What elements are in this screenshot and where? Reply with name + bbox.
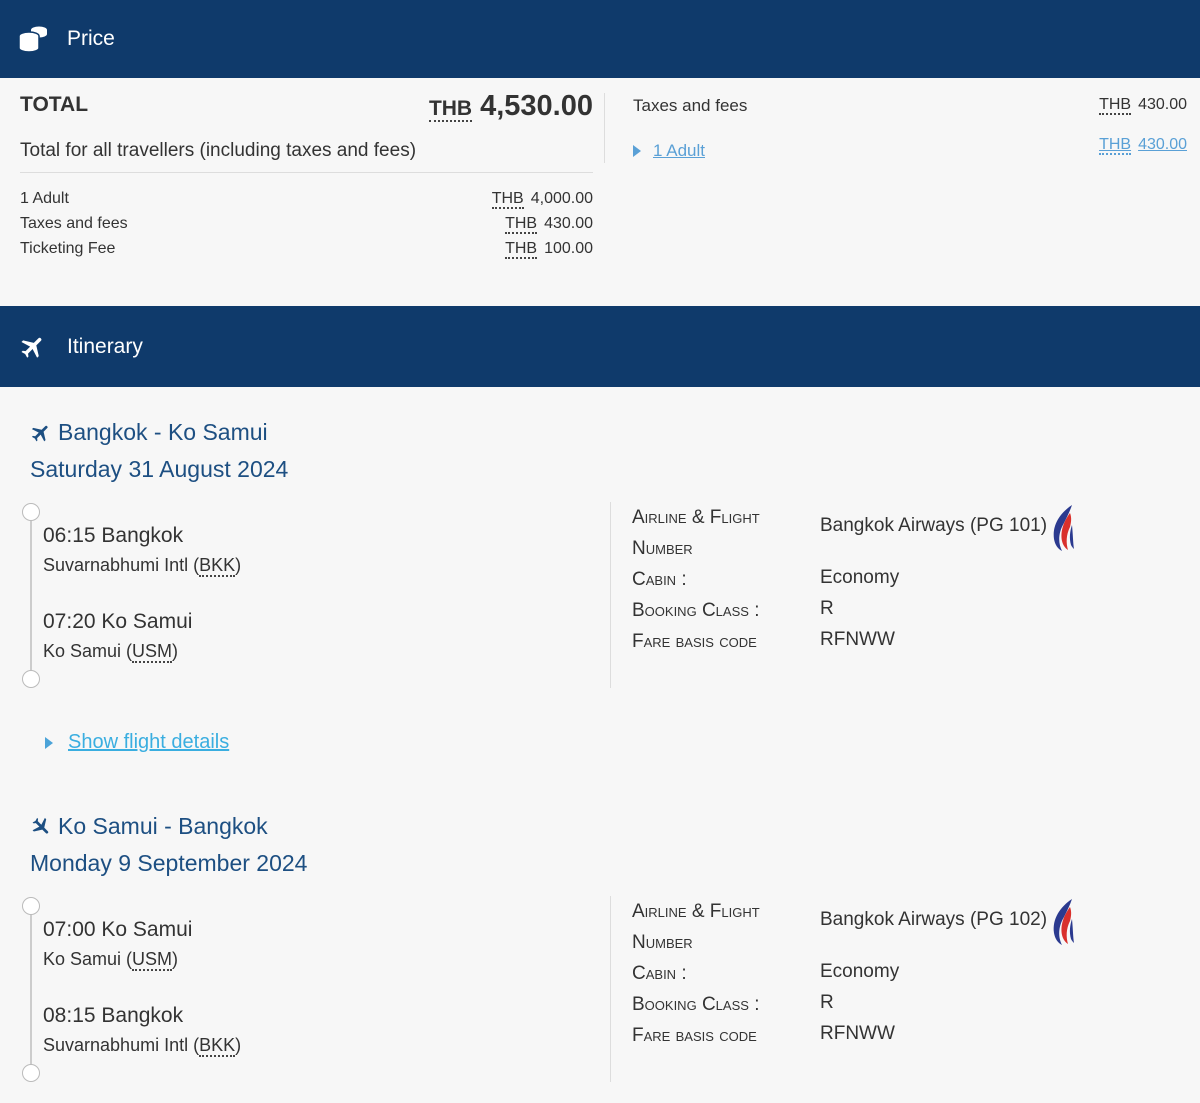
cabin-value: Economy [820,567,900,588]
show-flight-details-link[interactable]: Show flight details [45,731,229,754]
timeline-dot [22,503,40,521]
label-line: Number [632,538,693,559]
vertical-divider [610,502,611,688]
itinerary-header: Itinerary [0,306,1200,387]
airline-flight-label: Airline & Flight Number [632,896,760,958]
arrival-time: 07:20 Ko Samui [43,610,193,633]
breakdown-amount: 430.00 [544,215,593,232]
booking-class-value: R [820,598,834,619]
vertical-divider [604,93,605,163]
airport-name: Suvarnabhumi Intl [43,1035,189,1055]
cabin-label: Cabin : [632,963,687,984]
total-amount: THB 4,530.00 [428,90,593,123]
arrival-time: 08:15 Bangkok [43,1004,184,1027]
breakdown-label: 1 Adult [20,190,69,207]
booking-class-value: R [820,992,834,1013]
segment-date: Saturday 31 August 2024 [30,456,289,482]
itinerary-title: Itinerary [67,334,143,358]
breakdown-row: 1 Adult THB 4,000.00 [20,190,593,209]
airport-code: BKK [199,1035,236,1057]
fare-basis-value: RFNWW [820,1023,895,1044]
timeline-dot [22,670,40,688]
airport-name: Ko Samui [43,949,122,969]
price-title: Price [67,27,115,50]
departure-time: 06:15 Bangkok [43,524,184,547]
route-label: Bangkok - Ko Samui [58,419,268,445]
breakdown-label: Ticketing Fee [20,240,116,257]
breakdown-amount: 100.00 [544,240,593,257]
coins-icon [13,24,53,54]
timeline-dot [22,1064,40,1082]
currency-code: THB [505,215,538,234]
airline-flight-label: Airline & Flight Number [632,502,760,564]
label-line: Number [632,932,693,953]
booking-class-label: Booking Class : [632,600,760,621]
fare-basis-label: Fare basis code [632,1025,757,1046]
timeline-dot [22,897,40,915]
arrival-airport: Ko Samui (USM) [43,641,179,663]
breakdown-amount: 4,000.00 [530,190,593,207]
expand-triangle-icon [45,736,53,749]
total-subtitle: Total for all travellers (including taxe… [20,140,417,161]
timeline-line [30,907,32,1072]
vertical-divider [610,896,611,1082]
taxes-value: 430.00 [1138,96,1187,113]
price-header: Price [0,0,1200,78]
breakdown-row: Taxes and fees THB 430.00 [20,215,593,234]
label-line: Airline & Flight [632,507,760,528]
currency-code: THB [1099,136,1132,155]
currency-code: THB [491,190,524,209]
taxes-amount: THB 430.00 [1099,96,1187,115]
expand-triangle-icon [633,145,641,157]
divider [20,172,593,173]
breakdown-row: Ticketing Fee THB 100.00 [20,240,593,259]
airport-name: Ko Samui [43,641,122,661]
cabin-label: Cabin : [632,569,687,590]
adult-link-label: 1 Adult [653,141,705,160]
booking-class-label: Booking Class : [632,994,760,1015]
currency-code: THB [505,240,538,259]
label-line: Airline & Flight [632,901,760,922]
total-value: 4,530.00 [480,90,593,122]
plane-icon [13,333,53,361]
segment-route: Ko Samui - Bangkok [30,813,268,840]
total-label: TOTAL [20,93,89,116]
adult-taxes-amount[interactable]: THB 430.00 [1099,136,1187,155]
arrival-airport: Suvarnabhumi Intl (BKK) [43,1035,242,1057]
airline-value: Bangkok Airways (PG 101) [820,515,1048,536]
departure-airport: Suvarnabhumi Intl (BKK) [43,555,242,577]
adult-taxes-toggle[interactable]: 1 Adult [633,141,705,161]
airline-value: Bangkok Airways (PG 102) [820,909,1048,930]
plane-icon [30,816,52,838]
departure-time: 07:00 Ko Samui [43,918,193,941]
fare-basis-label: Fare basis code [632,631,757,652]
adult-taxes-value: 430.00 [1138,136,1187,153]
airport-code: USM [132,949,173,971]
segment-route: Bangkok - Ko Samui [30,419,268,446]
breakdown-label: Taxes and fees [20,215,128,232]
timeline-line [30,513,32,678]
airport-code: USM [132,641,173,663]
plane-icon [30,422,52,444]
taxes-label: Taxes and fees [633,96,748,115]
segment-date: Monday 9 September 2024 [30,850,308,876]
route-label: Ko Samui - Bangkok [58,813,268,839]
airline-logo-icon [1050,503,1076,558]
show-details-label: Show flight details [68,731,230,753]
currency-code: THB [428,97,473,122]
fare-basis-value: RFNWW [820,629,895,650]
cabin-value: Economy [820,961,900,982]
airport-code: BKK [199,555,236,577]
airport-name: Suvarnabhumi Intl [43,555,189,575]
airline-logo-icon [1050,897,1076,952]
departure-airport: Ko Samui (USM) [43,949,179,971]
currency-code: THB [1099,96,1132,115]
